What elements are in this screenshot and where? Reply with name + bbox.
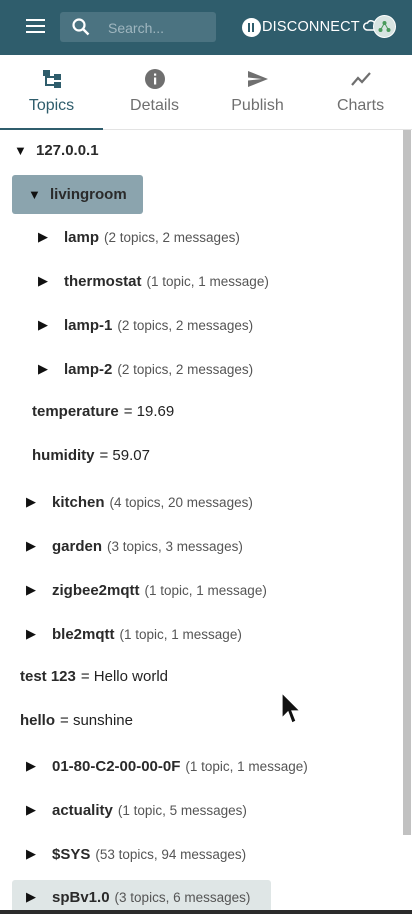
- network-icon: [378, 21, 391, 32]
- tree-node[interactable]: ▶ 01-80-C2-00-00-0F (1 topic, 1 message): [26, 751, 308, 781]
- expanded-icon: ▼: [28, 187, 41, 202]
- tree-node[interactable]: ▶ lamp-2 (2 topics, 2 messages): [38, 354, 253, 384]
- tab-charts[interactable]: Charts: [309, 55, 412, 129]
- node-name: 127.0.0.1: [36, 141, 99, 159]
- tree-node-root[interactable]: ▼ 127.0.0.1: [14, 135, 99, 165]
- tab-bar: Topics Details Publish Charts: [0, 55, 412, 130]
- send-icon: [248, 71, 268, 87]
- tree-value-node[interactable]: temperature = 19.69: [32, 396, 174, 426]
- node-name: lamp-1: [64, 316, 113, 334]
- tree-node[interactable]: ▶ thermostat (1 topic, 1 message): [38, 266, 269, 296]
- collapsed-icon: ▶: [26, 758, 36, 773]
- node-meta: (2 topics, 2 messages): [104, 229, 240, 245]
- tab-topics[interactable]: Topics: [0, 55, 103, 130]
- node-name: hello: [20, 711, 56, 729]
- disconnect-button[interactable]: DISCONNECT: [242, 16, 360, 38]
- collapsed-icon: ▶: [26, 889, 36, 904]
- tab-topics-label: Topics: [28, 97, 75, 114]
- collapsed-icon: ▶: [38, 229, 48, 244]
- node-value: = 19.69: [123, 402, 175, 420]
- node-name: 01-80-C2-00-00-0F: [52, 757, 181, 775]
- tree-node[interactable]: ▶ lamp (2 topics, 2 messages): [38, 222, 240, 252]
- tree-value-node[interactable]: humidity = 59.07: [32, 440, 150, 470]
- node-meta: (53 topics, 94 messages): [95, 846, 247, 862]
- bottom-edge: [0, 910, 412, 914]
- node-name: livingroom: [50, 186, 127, 203]
- tab-details-label: Details: [130, 97, 179, 114]
- node-value: = Hello world: [80, 667, 168, 685]
- node-name: actuality: [52, 801, 113, 819]
- tree-node[interactable]: ▶ kitchen (4 topics, 20 messages): [26, 487, 253, 517]
- node-meta: (3 topics, 3 messages): [107, 538, 243, 554]
- tab-publish-label: Publish: [231, 97, 284, 114]
- node-name: humidity: [32, 446, 95, 464]
- node-meta: (1 topic, 5 messages): [117, 802, 247, 818]
- collapsed-icon: ▶: [26, 494, 36, 509]
- node-meta: (1 topic, 1 message): [146, 273, 269, 289]
- node-meta: (4 topics, 20 messages): [109, 494, 253, 510]
- chart-icon: [351, 72, 371, 86]
- node-value: = 59.07: [99, 446, 150, 464]
- node-name: $SYS: [52, 845, 91, 863]
- collapsed-icon: ▶: [38, 317, 48, 332]
- tree-node[interactable]: ▶ lamp-1 (2 topics, 2 messages): [38, 310, 253, 340]
- tree-node-highlighted[interactable]: ▶ spBv1.0 (3 topics, 6 messages): [12, 880, 271, 910]
- tree-node-livingroom[interactable]: ▼ livingroom: [12, 175, 143, 214]
- search-box[interactable]: [60, 12, 216, 42]
- tree-node[interactable]: ▶ zigbee2mqtt (1 topic, 1 message): [26, 575, 267, 605]
- node-name: spBv1.0: [52, 888, 110, 906]
- tree-node[interactable]: ▶ garden (3 topics, 3 messages): [26, 531, 243, 561]
- node-name: lamp: [64, 228, 100, 246]
- node-meta: (2 topics, 2 messages): [117, 361, 254, 377]
- node-name: ble2mqtt: [52, 625, 115, 643]
- tree-node[interactable]: ▶ actuality (1 topic, 5 messages): [26, 795, 247, 825]
- node-name: kitchen: [52, 493, 105, 511]
- search-icon: [72, 18, 90, 36]
- node-name: test 123: [20, 667, 76, 685]
- node-meta: (2 topics, 2 messages): [117, 317, 254, 333]
- collapsed-icon: ▶: [38, 273, 48, 288]
- collapsed-icon: ▶: [26, 846, 36, 861]
- tree-node[interactable]: ▶ ble2mqtt (1 topic, 1 message): [26, 619, 242, 649]
- tab-charts-label: Charts: [336, 97, 385, 114]
- info-icon: [145, 69, 165, 89]
- disconnect-label: DISCONNECT: [262, 19, 360, 35]
- tab-publish[interactable]: Publish: [206, 55, 309, 129]
- node-meta: (3 topics, 6 messages): [114, 889, 251, 905]
- node-value: = sunshine: [60, 711, 133, 729]
- search-input[interactable]: [106, 16, 214, 40]
- tree-value-node[interactable]: test 123 = Hello world: [20, 661, 168, 691]
- pause-icon: [242, 17, 261, 37]
- node-meta: (1 topic, 1 message): [144, 582, 267, 598]
- tree-value-node[interactable]: hello = sunshine: [20, 705, 133, 735]
- expanded-icon: ▼: [14, 142, 27, 158]
- collapsed-icon: ▶: [26, 626, 36, 641]
- collapsed-icon: ▶: [26, 538, 36, 553]
- node-name: zigbee2mqtt: [52, 581, 140, 599]
- node-name: garden: [52, 537, 103, 555]
- collapsed-icon: ▶: [26, 802, 36, 817]
- node-name: lamp-2: [64, 360, 113, 378]
- node-meta: (1 topic, 1 message): [185, 758, 308, 774]
- collapsed-icon: ▶: [38, 361, 48, 376]
- node-name: temperature: [32, 402, 119, 420]
- scrollbar[interactable]: [403, 130, 411, 835]
- avatar[interactable]: [373, 15, 396, 38]
- collapsed-icon: ▶: [26, 582, 36, 597]
- app-bar: DISCONNECT: [0, 0, 412, 55]
- tree-node[interactable]: ▶ $SYS (53 topics, 94 messages): [26, 839, 246, 869]
- node-name: thermostat: [64, 272, 142, 290]
- tab-details[interactable]: Details: [103, 55, 206, 129]
- mouse-cursor-icon: [281, 692, 302, 724]
- tree-icon: [43, 70, 61, 88]
- menu-icon[interactable]: [26, 18, 48, 36]
- node-meta: (1 topic, 1 message): [119, 626, 242, 642]
- topic-tree: ▼ 127.0.0.1 ▼ livingroom ▶ lamp (2 topic…: [0, 130, 412, 910]
